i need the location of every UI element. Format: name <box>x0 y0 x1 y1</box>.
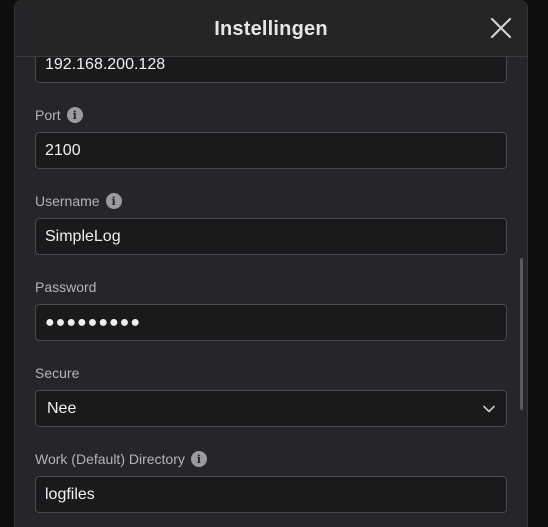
work-directory-label: Work (Default) Directory i <box>35 450 207 468</box>
secure-select[interactable]: Nee <box>35 390 507 427</box>
username-label-text: Username <box>35 193 100 209</box>
settings-dialog: Instellingen 192.168.200.128 Port i 2100… <box>14 0 528 527</box>
secure-label: Secure <box>35 364 79 382</box>
close-button[interactable] <box>489 16 513 40</box>
info-icon[interactable]: i <box>66 107 83 123</box>
dialog-title: Instellingen <box>214 18 328 40</box>
dialog-header: Instellingen <box>15 0 527 57</box>
dialog-body: 192.168.200.128 Port i 2100 Username i S… <box>15 57 527 527</box>
chevron-down-icon <box>483 405 495 413</box>
username-label: Username i <box>35 192 122 210</box>
close-icon <box>490 17 512 39</box>
password-label-text: Password <box>35 279 97 295</box>
secure-selected-value: Nee <box>47 399 77 417</box>
port-input[interactable]: 2100 <box>35 132 507 169</box>
host-input[interactable]: 192.168.200.128 <box>35 57 507 83</box>
scrollbar[interactable] <box>520 258 523 410</box>
port-label-text: Port <box>35 107 61 123</box>
password-input[interactable]: ●●●●●●●●● <box>35 304 507 341</box>
info-icon[interactable]: i <box>190 451 207 467</box>
work-directory-label-text: Work (Default) Directory <box>35 451 185 467</box>
username-input[interactable]: SimpleLog <box>35 218 507 255</box>
port-label: Port i <box>35 106 83 124</box>
info-icon[interactable]: i <box>105 193 122 209</box>
password-label: Password <box>35 278 96 296</box>
work-directory-input[interactable]: logfiles <box>35 476 507 513</box>
secure-label-text: Secure <box>35 365 80 381</box>
